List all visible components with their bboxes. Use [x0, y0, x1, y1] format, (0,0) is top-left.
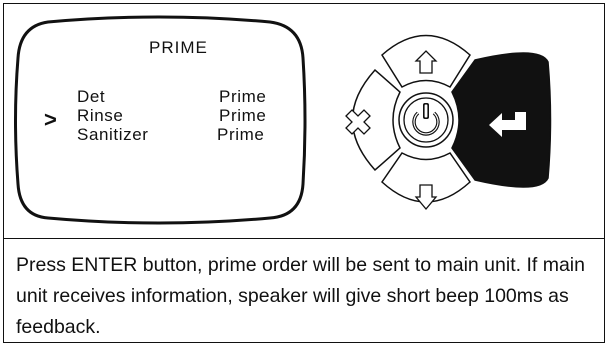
instruction-caption: Press ENTER button, prime order will be … — [16, 254, 585, 338]
divider — [3, 238, 605, 239]
up-button[interactable] — [381, 34, 471, 88]
cancel-button[interactable] — [345, 68, 401, 172]
power-button[interactable] — [398, 92, 454, 148]
enter-button[interactable] — [451, 52, 552, 188]
down-button[interactable] — [381, 152, 471, 211]
